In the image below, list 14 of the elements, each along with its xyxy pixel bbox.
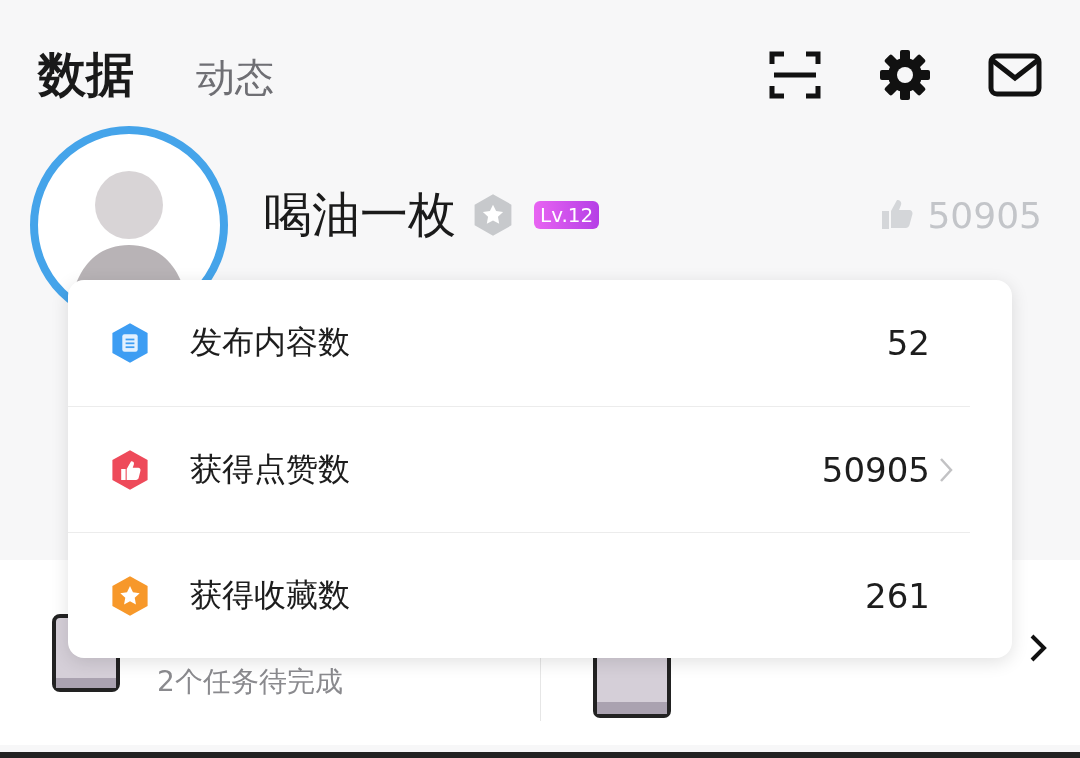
settings-button[interactable] [878,48,932,102]
stat-value: 50905 [821,449,930,490]
level-badge: Lv.12 [534,201,600,229]
stat-value: 52 [886,323,930,363]
settings-icon [878,48,932,102]
chevron-right-icon[interactable] [1028,632,1048,663]
stat-label: 发布内容数 [190,322,350,363]
stat-value: 261 [865,575,930,616]
tab[interactable]: 数据 [38,43,134,107]
task-subtitle: 2个任务待完成 [157,664,343,700]
username: 喝油一枚 [264,185,456,244]
stat-label: 获得点赞数 [190,448,350,490]
stat-label: 获得收藏数 [190,574,350,616]
tab[interactable]: 动态 [196,51,274,105]
